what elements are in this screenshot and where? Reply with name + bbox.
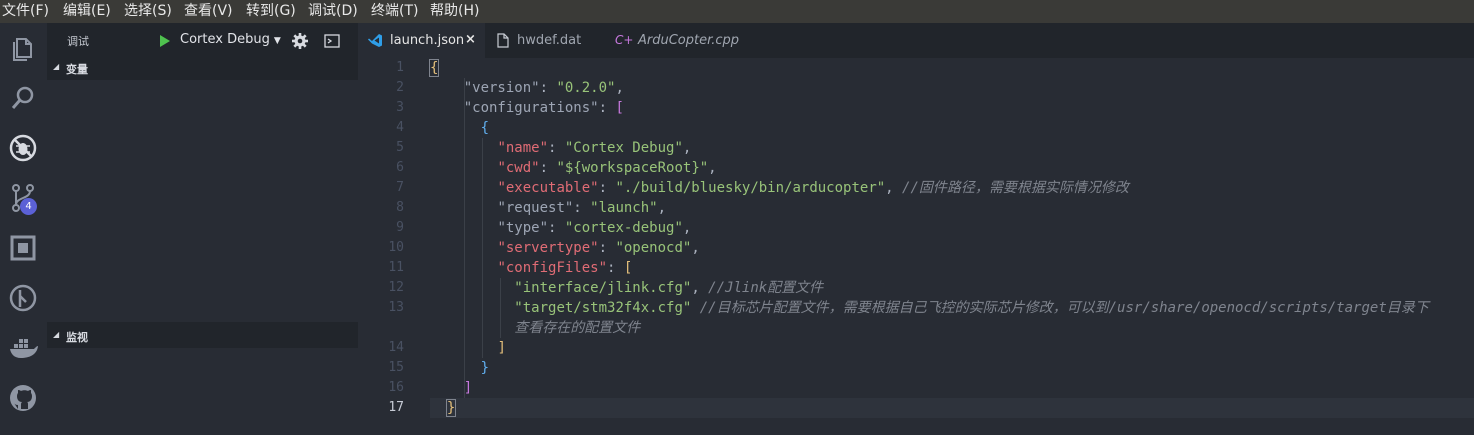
code-line: "request": "launch", [497, 200, 667, 216]
menu-debug[interactable]: 调试(D) [308, 2, 358, 21]
line-number: 15 [388, 360, 404, 375]
tab-hwdef-dat[interactable]: hwdef.dat [485, 23, 605, 58]
line-number: 11 [388, 260, 404, 275]
line-number: 17 [388, 400, 404, 415]
docker-icon[interactable] [6, 331, 40, 365]
code-line: "cwd": "${workspaceRoot}", [497, 160, 717, 176]
watch-label: 监视 [66, 331, 88, 344]
menu-edit[interactable]: 编辑(E) [63, 2, 111, 21]
indent-guide [482, 138, 483, 358]
line-number: 3 [396, 100, 404, 115]
line-number: 8 [396, 200, 404, 215]
line-number: 2 [396, 80, 404, 95]
debug-console-icon[interactable] [324, 33, 340, 49]
code-line: ] [463, 380, 473, 396]
github-icon[interactable] [6, 381, 40, 415]
debug-sidebar: 调试 Cortex Debug ▼ ◢ 变量 ◢ 监视 [47, 23, 358, 435]
tab-launch-json[interactable]: launch.json × [358, 23, 485, 58]
code-line: 查看存在的配置文件 [514, 320, 641, 336]
start-debugging-icon[interactable] [160, 35, 170, 47]
tab-label: hwdef.dat [517, 33, 582, 48]
file-icon [497, 33, 509, 48]
extensions-icon[interactable] [6, 231, 40, 265]
vscode-file-icon [368, 34, 382, 47]
line-number: 12 [388, 280, 404, 295]
code-line: } [480, 360, 490, 376]
tab-arducopter-cpp[interactable]: C+ ArduCopter.cpp [605, 23, 755, 58]
line-number: 1 [396, 60, 404, 75]
line-number: 9 [396, 220, 404, 235]
code-line: "version": "0.2.0", [463, 80, 624, 96]
line-number: 4 [396, 120, 404, 135]
indent-guide [500, 278, 501, 338]
code-line: "configFiles": [ [497, 260, 633, 276]
code-line: ] [497, 340, 506, 356]
tab-label: launch.json [390, 33, 465, 48]
debug-config-select[interactable]: Cortex Debug ▼ [180, 32, 281, 47]
search-icon[interactable] [6, 81, 40, 115]
gear-icon[interactable] [291, 32, 309, 50]
timeline-icon[interactable] [6, 281, 40, 315]
code-line: "interface/jlink.cfg", //Jlink配置文件 [514, 280, 824, 296]
tab-label: ArduCopter.cpp [638, 33, 740, 48]
code-area[interactable]: { "version": "0.2.0", "configurations": … [428, 58, 1474, 435]
code-line: "name": "Cortex Debug", [497, 140, 692, 156]
watch-panel [47, 348, 358, 435]
code-line: { [428, 59, 440, 77]
menu-selection[interactable]: 选择(S) [124, 2, 172, 21]
line-number: 10 [388, 240, 404, 255]
line-number: 5 [396, 140, 404, 155]
close-icon[interactable]: × [465, 32, 476, 47]
line-number-gutter: 1 2 3 4 5 6 7 8 9 10 11 12 13 14 15 16 17 [358, 58, 416, 435]
cpp-icon: C+ [615, 33, 634, 47]
line-number: 14 [388, 340, 404, 355]
variables-section-header[interactable]: ◢ 变量 [47, 58, 358, 80]
collapse-icon: ◢ [53, 62, 60, 71]
code-line: "type": "cortex-debug", [497, 220, 692, 236]
activity-bar: 4 [0, 23, 47, 435]
code-line: "configurations": [ [463, 100, 624, 116]
line-number: 13 [388, 300, 404, 315]
indent-guide [464, 78, 465, 398]
code-line: "servertype": "openocd", [497, 240, 700, 256]
menu-file[interactable]: 文件(F) [2, 2, 49, 21]
line-number: 16 [388, 380, 404, 395]
menu-bar: 文件(F) 编辑(E) 选择(S) 查看(V) 转到(G) 调试(D) 终端(T… [0, 0, 1474, 23]
line-number: 6 [396, 160, 404, 175]
code-line: "executable": "./build/bluesky/bin/arduc… [497, 180, 1129, 196]
line-number: 7 [396, 180, 404, 195]
menu-help[interactable]: 帮助(H) [430, 2, 479, 21]
code-line: { [480, 120, 490, 136]
editor-tabs: launch.json × hwdef.dat C+ ArduCopter.cp… [358, 23, 1474, 58]
watch-section-header[interactable]: ◢ 监视 [47, 326, 358, 348]
variables-label: 变量 [66, 63, 88, 76]
variables-panel [47, 80, 358, 322]
collapse-icon: ◢ [53, 330, 60, 339]
code-line: } [430, 398, 1474, 418]
scm-badge: 4 [20, 198, 37, 215]
debug-panel-title: 调试 [67, 35, 89, 48]
code-editor[interactable]: 1 2 3 4 5 6 7 8 9 10 11 12 13 14 15 16 17 { "version": "… [358, 58, 1474, 435]
menu-go[interactable]: 转到(G) [246, 2, 296, 21]
code-line: "target/stm32f4x.cfg" //目标芯片配置文件，需要根据自己飞… [514, 300, 1429, 316]
explorer-icon[interactable] [6, 31, 40, 65]
menu-terminal[interactable]: 终端(T) [371, 2, 418, 21]
debug-icon[interactable] [6, 131, 40, 165]
menu-view[interactable]: 查看(V) [184, 2, 233, 21]
